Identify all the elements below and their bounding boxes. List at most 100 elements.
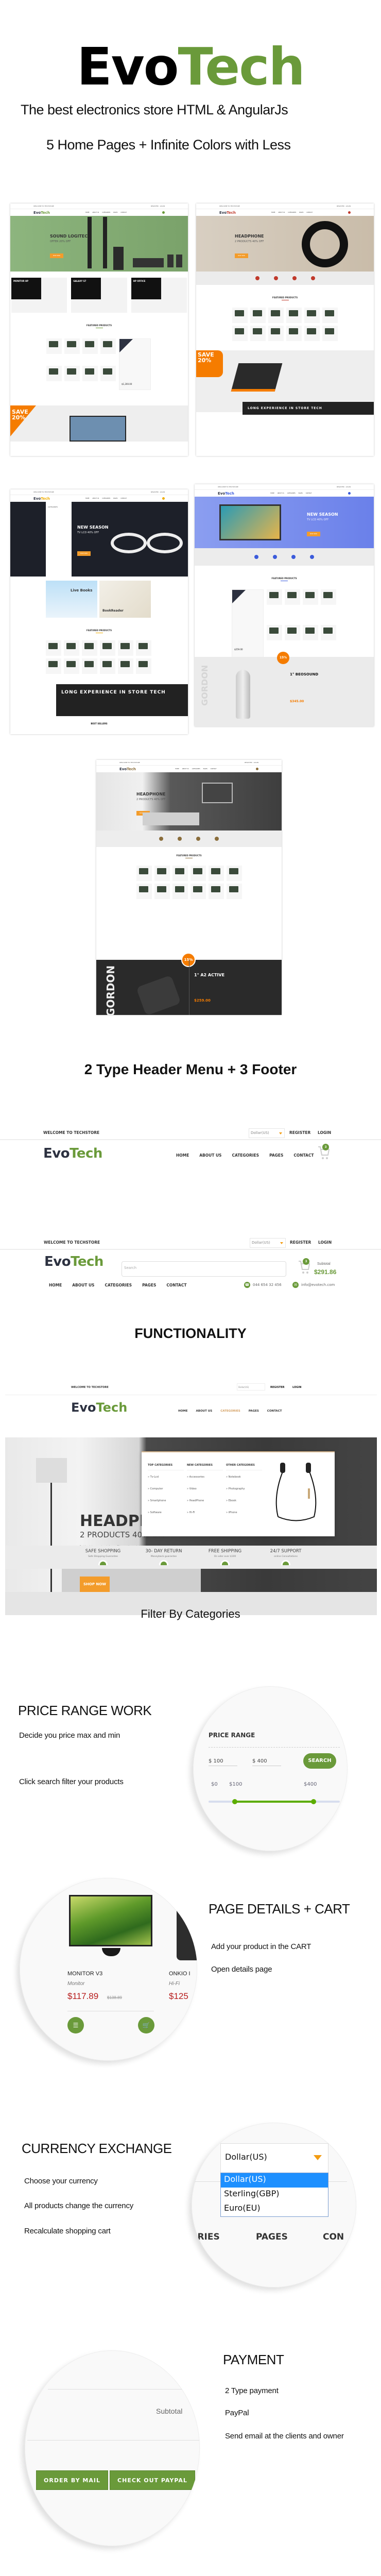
next-product-price: $125 bbox=[169, 1991, 188, 2001]
currency-option-usd[interactable]: Dollar(US) bbox=[221, 2173, 328, 2188]
currency-select[interactable]: Dollar(US) bbox=[249, 1128, 285, 1138]
preview-home-4[interactable]: WELCOME TO TECHSTORE REGISTER · LOGIN Evo… bbox=[195, 484, 374, 726]
details-button[interactable]: ☰ bbox=[67, 2017, 84, 2033]
page-details-line-2: Open details page bbox=[211, 1965, 272, 1974]
currency-options: Dollar(US) Sterling(GBP) Euro(EU) bbox=[220, 2173, 328, 2217]
preview-home-5[interactable]: WELCOME TO TECHSTORE REGISTER · LOGIN Evo… bbox=[96, 760, 282, 1015]
dropdown-caret-icon bbox=[279, 1132, 282, 1134]
nav-pages-2[interactable]: PAGES bbox=[142, 1283, 156, 1287]
search-input[interactable]: Search bbox=[122, 1261, 286, 1277]
header1-topbar: WELCOME TO TECHSTORE Dollar(US) REGISTER… bbox=[0, 1127, 381, 1140]
dropdown-caret-icon bbox=[314, 2155, 322, 2160]
subtagline: 5 Home Pages + Infinite Colors with Less bbox=[46, 137, 291, 152]
nav-about[interactable]: ABOUT US bbox=[199, 1153, 221, 1158]
preview-section-title: FEATURED PRODUCTS bbox=[86, 324, 112, 327]
price-slider-max-handle[interactable] bbox=[311, 1799, 316, 1804]
functionality-title: FUNCTIONALITY bbox=[134, 1326, 247, 1341]
phone-icon: ☎ bbox=[244, 1282, 250, 1288]
currency-dropdown[interactable]: Dollar(US) bbox=[220, 2143, 328, 2173]
mega-menu-demo: WELCOME TO TECHSTORE Dollar(US) REGISTER… bbox=[5, 1381, 377, 1615]
nav-categories[interactable]: CATEGORIES bbox=[232, 1153, 259, 1158]
login-link-2[interactable]: LOGIN bbox=[318, 1240, 332, 1245]
price-search-button[interactable]: SEARCH bbox=[303, 1753, 336, 1769]
header1-logo[interactable]: EvoTech bbox=[43, 1146, 102, 1161]
nav-contact-2[interactable]: CONTACT bbox=[166, 1283, 186, 1287]
product-old-price: $138.89 bbox=[107, 1995, 122, 2000]
mega-col-other: OTHER CATEGORIES » Notebook » Photograph… bbox=[226, 1464, 262, 1523]
email-contact: ✉ info@evotech.com bbox=[292, 1282, 335, 1288]
order-by-mail-button[interactable]: ORDER BY MAIL bbox=[36, 2470, 108, 2490]
logo-tech: Tech bbox=[178, 37, 305, 97]
currency-line-1: Choose your currency bbox=[24, 2177, 98, 2185]
price-max-input[interactable]: $ 400 bbox=[252, 1758, 281, 1766]
cart-count-badge: 3 bbox=[322, 1144, 329, 1150]
next-product-image bbox=[177, 1899, 197, 1960]
preview-promo-row: MONITOR HP GALAXY S7 HP OFFICE bbox=[10, 272, 188, 313]
headers-section-title: 2 Type Header Menu + 3 Footer bbox=[84, 1061, 297, 1077]
logo-evo: Evo bbox=[77, 37, 179, 97]
header1-nav: HOME ABOUT US CATEGORIES PAGES CONTACT bbox=[176, 1153, 314, 1158]
cart-icon[interactable]: 3 bbox=[317, 1144, 330, 1161]
next-product-name[interactable]: ONKIO I bbox=[169, 1971, 190, 1977]
header2-nav: HOME ABOUT US CATEGORIES PAGES CONTACT bbox=[49, 1283, 186, 1287]
next-product-category: Hi-Fi bbox=[169, 1981, 180, 1987]
nav-categories-2[interactable]: CATEGORIES bbox=[105, 1283, 132, 1287]
header2-logo[interactable]: EvoTech bbox=[44, 1254, 103, 1269]
payment-heading: PAYMENT bbox=[223, 2352, 284, 2367]
preview-home-1[interactable]: WELCOME TO TECHSTORE REGISTER · LOGIN Evo… bbox=[10, 204, 188, 456]
tagline: The best electronics store HTML & Angula… bbox=[21, 102, 288, 117]
payment-line-2: PayPal bbox=[225, 2409, 249, 2417]
currency-heading: CURRENCY EXCHANGE bbox=[22, 2141, 172, 2156]
login-link[interactable]: LOGIN bbox=[318, 1130, 331, 1135]
phone-contact: ☎ 044 654 32 456 bbox=[244, 1282, 282, 1288]
currency-option-eur[interactable]: Euro(EU) bbox=[221, 2202, 328, 2216]
price-range-line-1: Decide you price max and min bbox=[19, 1731, 120, 1740]
product-category: Monitor bbox=[67, 1981, 85, 1987]
price-slider-min-handle[interactable] bbox=[232, 1799, 237, 1804]
register-link[interactable]: REGISTER bbox=[289, 1130, 310, 1135]
features-strip: SAFE SHOPPING Safe Shopping Guarantee 30-… bbox=[5, 1546, 377, 1569]
cart-icon-2[interactable]: 3 bbox=[298, 1258, 310, 1276]
payment-line-1: 2 Type payment bbox=[225, 2386, 279, 2395]
subtotal-label: Subtotal bbox=[317, 1262, 331, 1266]
payment-line-3: Send email at the clients and owner bbox=[225, 2432, 344, 2441]
preview-topbar: WELCOME TO TECHSTORE REGISTER · LOGIN bbox=[33, 205, 165, 207]
header2-topbar: WELCOME TO TECHSTORE Dollar(US) REGISTER… bbox=[0, 1236, 381, 1250]
mega-menu-panel: TOP CATEGORIES » Tv-Lcd » Computer » Sma… bbox=[142, 1451, 335, 1536]
checkout-paypal-button[interactable]: CHECK OUT PAYPAL bbox=[110, 2470, 195, 2490]
preview-banner: SOUND LOGITEC OFFER 20% OFF SHOP NOW bbox=[10, 216, 188, 272]
currency-widget: ORIES PAGES CON Dollar(US) Dollar(US) St… bbox=[192, 2123, 356, 2287]
earbuds-image bbox=[275, 1463, 317, 1521]
monitor-image[interactable] bbox=[69, 1895, 152, 1946]
cart-count-badge-2: 3 bbox=[303, 1258, 309, 1265]
subtotal-label: Subtotal bbox=[156, 2407, 183, 2415]
product-card-widget: MONITOR V3 Monitor $117.89 $138.89 ☰ 🛒 O… bbox=[20, 1878, 197, 2061]
mega-col-top: TOP CATEGORIES » Tv-Lcd » Computer » Sma… bbox=[148, 1464, 184, 1523]
nav-home[interactable]: HOME bbox=[176, 1153, 189, 1158]
preview-home-2[interactable]: WELCOME TO TECHSTORE REGISTER · LOGIN Evo… bbox=[196, 204, 374, 456]
payment-widget: Subtotal ORDER BY MAIL CHECK OUT PAYPAL bbox=[25, 2350, 200, 2546]
mail-icon: ✉ bbox=[292, 1282, 299, 1288]
mega-col-new: NEW CATEGORIES » Accessories » Video » H… bbox=[187, 1464, 223, 1523]
product-name[interactable]: MONITOR V3 bbox=[67, 1971, 102, 1977]
currency-option-gbp[interactable]: Sterling(GBP) bbox=[221, 2188, 328, 2202]
hero-logo: EvoTech bbox=[0, 41, 381, 93]
price-range-widget: PRICE RANGE $ 100 $ 400 SEARCH $0 $100 $… bbox=[193, 1686, 348, 1851]
currency-select-2[interactable]: Dollar(US) bbox=[250, 1238, 286, 1248]
currency-line-3: Recalculate shopping cart bbox=[24, 2227, 111, 2235]
preview-header: EvoTech HOME ABOUT US CATEGORIES PAGES CONTA… bbox=[10, 209, 188, 216]
price-min-input[interactable]: $ 100 bbox=[209, 1758, 237, 1766]
dropdown-caret-icon bbox=[280, 1242, 283, 1244]
price-slider-range bbox=[235, 1801, 314, 1803]
nav-about-2[interactable]: ABOUT US bbox=[72, 1283, 94, 1287]
currency-line-2: All products change the currency bbox=[24, 2201, 134, 2210]
subtotal-value: $291.86 bbox=[314, 1268, 337, 1276]
preview-home-3[interactable]: WELCOME TO TECHSTORE REGISTER · LOGIN Evo… bbox=[10, 489, 188, 734]
add-to-cart-button[interactable]: 🛒 bbox=[138, 2017, 154, 2033]
nav-contact[interactable]: CONTACT bbox=[293, 1153, 314, 1158]
register-link-2[interactable]: REGISTER bbox=[290, 1240, 311, 1245]
nav-home-2[interactable]: HOME bbox=[49, 1283, 62, 1287]
page-details-line-1: Add your product in the CART bbox=[211, 1942, 311, 1951]
nav-pages[interactable]: PAGES bbox=[269, 1153, 283, 1158]
shop-now-button[interactable]: SHOP NOW bbox=[80, 1577, 110, 1592]
